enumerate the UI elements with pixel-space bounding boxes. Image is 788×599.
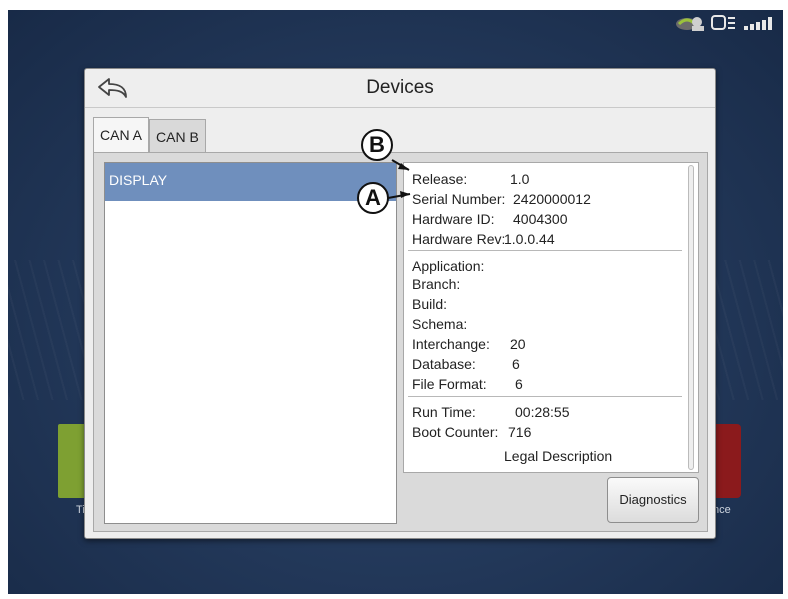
callout-arrows — [387, 159, 411, 199]
callout-a: A — [357, 182, 389, 214]
callout-b: B — [361, 129, 393, 161]
